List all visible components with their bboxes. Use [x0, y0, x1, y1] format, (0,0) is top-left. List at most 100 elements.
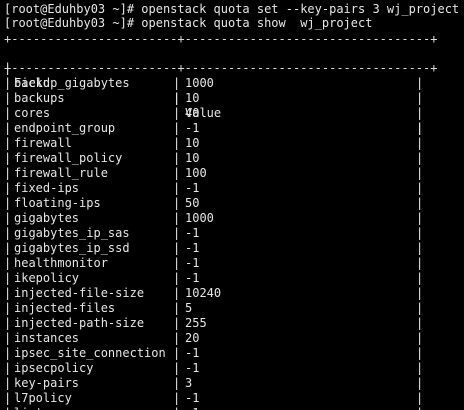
column-separator: | [416, 226, 424, 240]
table-row: | firewall_policy | 10 | [4, 151, 424, 166]
column-separator: | [416, 391, 424, 405]
column-separator: | [416, 331, 424, 345]
column-separator: | [4, 106, 12, 120]
value-cell: 1000 [185, 76, 214, 90]
column-separator: | [173, 151, 181, 165]
column-separator: | [416, 286, 424, 300]
column-separator: | [4, 196, 12, 210]
terminal-window[interactable]: [root@Eduhby03 ~]# openstack quota set -… [0, 0, 464, 410]
value-cell: -1 [185, 271, 200, 285]
column-separator: | [4, 406, 11, 410]
column-separator: | [173, 376, 181, 390]
column-separator: | [4, 76, 12, 90]
column-separator: | [4, 286, 12, 300]
column-separator: | [416, 346, 424, 360]
value-cell: 255 [185, 316, 207, 330]
column-separator: | [416, 271, 424, 285]
column-separator: | [173, 271, 181, 285]
column-separator: | [4, 331, 12, 345]
column-separator: | [4, 301, 12, 315]
column-separator: | [173, 406, 180, 410]
table-row: |listener|-1| [4, 406, 424, 410]
value-cell: -1 [185, 121, 200, 135]
field-cell: listener [14, 406, 72, 410]
column-separator: | [416, 91, 424, 105]
column-separator: | [173, 286, 181, 300]
column-separator: | [173, 106, 181, 120]
column-separator: | [173, 256, 181, 270]
column-separator: | [4, 241, 12, 255]
column-separator: | [416, 136, 424, 150]
value-cell: -1 [185, 361, 200, 375]
field-cell: firewall_rule [14, 166, 108, 180]
column-separator: | [416, 406, 423, 410]
column-separator: | [4, 151, 12, 165]
column-separator: | [416, 301, 424, 315]
column-separator: | [173, 196, 181, 210]
table-row: | gigabytes_ip_sas | -1 | [4, 226, 424, 241]
column-separator: | [4, 121, 12, 135]
field-cell: firewall_policy [14, 151, 123, 165]
field-cell: cores [14, 106, 51, 120]
value-cell: -1 [185, 181, 200, 195]
column-separator: | [173, 166, 181, 180]
field-cell: backup_gigabytes [14, 76, 130, 90]
column-separator: | [173, 136, 181, 150]
column-separator: | [416, 361, 424, 375]
field-cell: firewall [14, 136, 72, 150]
field-cell: backups [14, 91, 65, 105]
table-row: | floating-ips | 50 | [4, 196, 424, 211]
column-separator: | [416, 196, 424, 210]
column-separator: | [4, 136, 12, 150]
command-line-quota-show: [root@Eduhby03 ~]# openstack quota show … [4, 16, 373, 30]
field-cell: endpoint_group [14, 121, 116, 135]
value-cell: -1 [185, 226, 200, 240]
table-row: | key-pairs | 3 | [4, 376, 424, 391]
column-separator: | [416, 256, 424, 270]
column-separator: | [416, 151, 424, 165]
table-row: | l7policy | -1 | [4, 391, 424, 406]
table-row: | endpoint_group | -1 | [4, 121, 424, 136]
column-separator: | [4, 91, 12, 105]
field-cell: injected-path-size [14, 316, 145, 330]
column-separator: | [173, 316, 181, 330]
column-separator: | [416, 166, 424, 180]
column-separator: | [173, 361, 181, 375]
value-cell: -1 [185, 346, 200, 360]
field-cell: injected-files [14, 301, 116, 315]
field-cell: gigabytes_ip_sas [14, 226, 130, 240]
field-cell: healthmonitor [14, 256, 108, 270]
table-row: | ikepolicy | -1 | [4, 271, 424, 286]
field-cell: gigabytes [14, 211, 80, 225]
table-row: | firewall | 10 | [4, 136, 424, 151]
value-cell: -1 [185, 406, 199, 410]
field-cell: ipsecpolicy [14, 361, 94, 375]
column-separator: | [4, 226, 12, 240]
column-separator: | [4, 211, 12, 225]
table-top-border: +-----------------------+---------------… [4, 32, 438, 46]
column-separator: | [4, 376, 12, 390]
column-separator: | [173, 181, 181, 195]
table-row: | ipsec_site_connection | -1 | [4, 346, 424, 361]
column-separator: | [416, 106, 424, 120]
column-separator: | [173, 91, 181, 105]
column-separator: | [416, 376, 424, 390]
column-separator: | [416, 316, 424, 330]
column-separator: | [173, 391, 181, 405]
value-cell: 20 [185, 331, 200, 345]
field-cell: ipsec_site_connection [14, 346, 166, 360]
table-row: | fixed-ips | -1 | [4, 181, 424, 196]
table-row: | backup_gigabytes | 1000 | [4, 76, 424, 91]
value-cell: 5 [185, 301, 193, 315]
value-cell: 10 [185, 151, 200, 165]
table-header-row: | Field | Value | [4, 46, 424, 135]
column-separator: | [4, 166, 12, 180]
column-separator: | [4, 271, 12, 285]
column-separator: | [4, 256, 12, 270]
column-separator: | [4, 391, 12, 405]
table-row: | injected-path-size | 255 | [4, 316, 424, 331]
value-cell: 3 [185, 376, 193, 390]
column-separator: | [4, 361, 12, 375]
column-separator: | [416, 121, 424, 135]
table-row: | ipsecpolicy | -1 | [4, 361, 424, 376]
